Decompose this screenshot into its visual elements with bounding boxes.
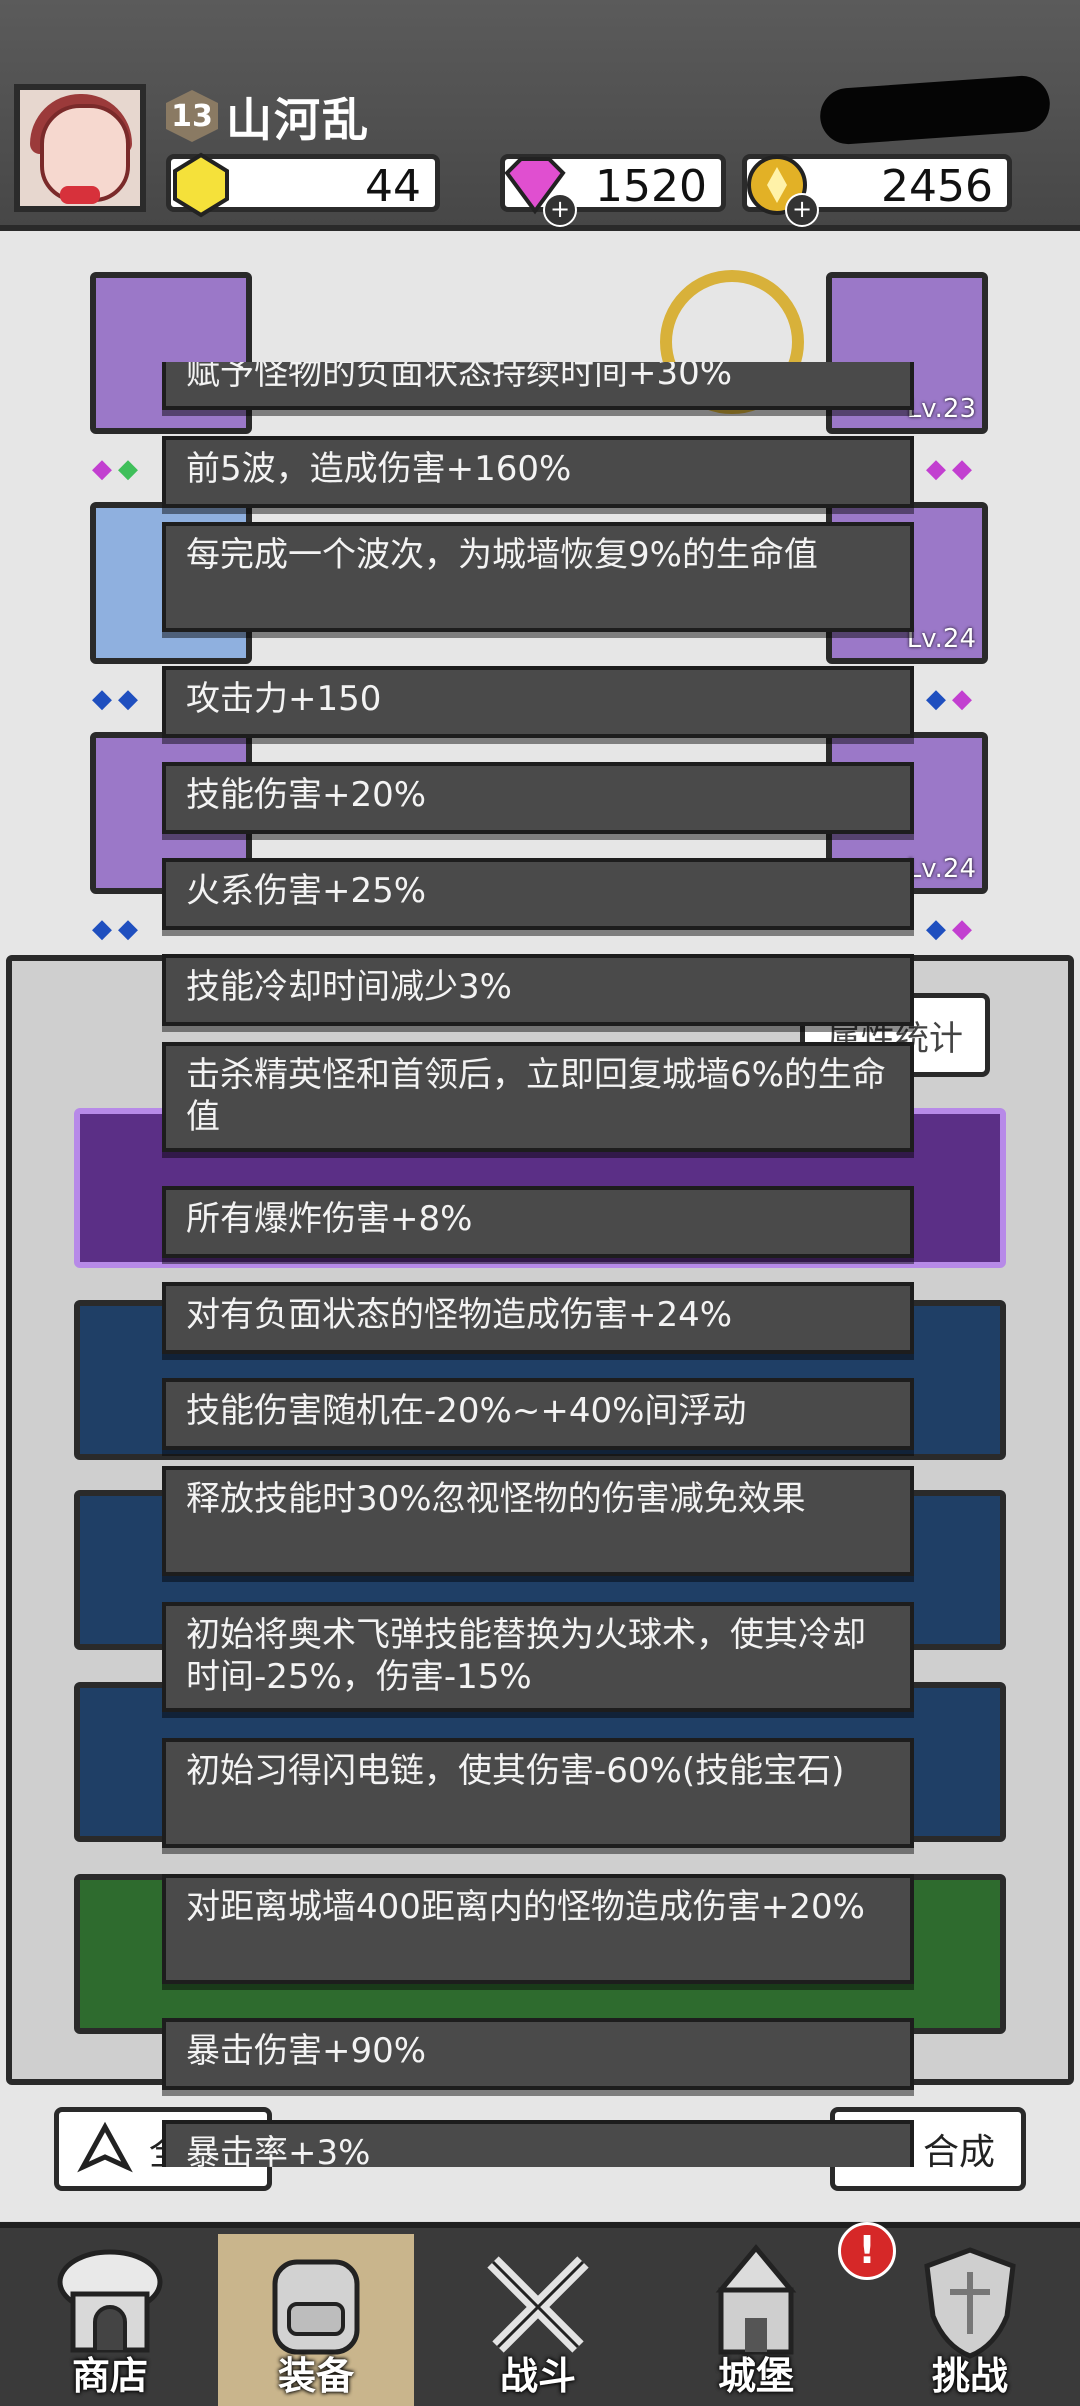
equipment-level: Lv.24: [906, 624, 976, 654]
yellow-gem-icon: [173, 152, 229, 218]
effect-item: 前5波，造成伤害+160%: [162, 436, 914, 508]
energy-counter: 44: [166, 152, 440, 218]
nav-challenge-label: 挑战: [931, 2354, 1008, 2398]
gold-value: 2456: [881, 161, 993, 212]
effect-item: 暴击率+3%: [162, 2120, 914, 2167]
effect-item: 技能冷却时间减少3%: [162, 954, 914, 1026]
nav-shop[interactable]: 商店: [12, 2234, 208, 2406]
merge-label: 合成: [922, 2132, 995, 2173]
shop-icon: [57, 2249, 163, 2353]
nav-challenge[interactable]: 挑战: [872, 2234, 1068, 2406]
gem-indicators: ◆◆: [926, 454, 978, 484]
effect-item: 释放技能时30%忽视怪物的伤害减免效果: [162, 1466, 914, 1576]
energy-value: 44: [365, 161, 421, 212]
up-arrow-icon: [77, 2121, 133, 2173]
shield-icon: [924, 2247, 1016, 2359]
equipment-level: Lv.24: [906, 854, 976, 884]
castle-icon: [715, 2244, 797, 2355]
effect-item: 初始习得闪电链，使其伤害-60%(技能宝石): [162, 1738, 914, 1848]
avatar-bow: [60, 186, 100, 204]
effect-item: 赋予怪物的负面状态持续时间+30%: [162, 362, 914, 410]
diamond-counter: + 1520: [500, 154, 726, 227]
effect-item: 初始将奥术飞弹技能替换为火球术，使其冷却时间-25%，伤害-15%: [162, 1602, 914, 1712]
effect-item: 击杀精英怪和首领后，立即回复城墙6%的生命值: [162, 1042, 914, 1152]
effect-item: 技能伤害随机在-20%~+40%间浮动: [162, 1378, 914, 1450]
nav-equipment-label: 装备: [277, 2354, 354, 2398]
gem-indicators: ◆◆: [92, 914, 144, 944]
gem-indicators: ◆◆: [926, 684, 978, 714]
player-avatar[interactable]: [14, 84, 146, 212]
gem-indicators: ◆◆: [926, 914, 978, 944]
notification-badge: !: [838, 2222, 896, 2280]
nav-battle-label: 战斗: [499, 2354, 576, 2398]
nav-castle-label: 城堡: [717, 2354, 794, 2398]
gem-indicators: ◆◆: [92, 454, 144, 484]
player-level-badge: 13: [166, 90, 218, 142]
nav-battle[interactable]: 战斗: [440, 2234, 636, 2406]
gold-counter: + 2456: [742, 154, 1012, 227]
equipment-level: Lv.23: [906, 394, 976, 424]
backpack-icon: [272, 2259, 360, 2355]
effect-item: 暴击伤害+90%: [162, 2018, 914, 2090]
effect-item: 每完成一个波次，为城墙恢复9%的生命值: [162, 522, 914, 632]
bottom-nav: 商店 装备 战斗 城堡 挑战: [0, 2222, 1080, 2406]
effect-item: 技能伤害+20%: [162, 762, 914, 834]
diamond-value: 1520: [595, 161, 707, 212]
crossed-swords-icon: [487, 2256, 589, 2353]
player-name: 山河乱: [226, 93, 370, 147]
top-bar: 13 山河乱 44 + 1520 + 2456: [0, 0, 1080, 231]
nav-equipment[interactable]: 装备: [218, 2234, 414, 2406]
effect-item: 对距离城墙400距离内的怪物造成伤害+20%: [162, 1874, 914, 1984]
add-diamonds-button[interactable]: +: [543, 193, 577, 227]
add-gold-button[interactable]: +: [785, 193, 819, 227]
nav-castle[interactable]: 城堡: [658, 2234, 854, 2406]
effect-list[interactable]: 赋予怪物的负面状态持续时间+30% 前5波，造成伤害+160% 每完成一个波次，…: [162, 362, 914, 2167]
effect-item: 所有爆炸伤害+8%: [162, 1186, 914, 1258]
gem-indicators: ◆◆: [92, 684, 144, 714]
redacted-area: [818, 74, 1052, 146]
nav-shop-label: 商店: [71, 2354, 148, 2398]
effect-item: 攻击力+150: [162, 666, 914, 738]
effect-item: 对有负面状态的怪物造成伤害+24%: [162, 1282, 914, 1354]
effect-item: 火系伤害+25%: [162, 858, 914, 930]
